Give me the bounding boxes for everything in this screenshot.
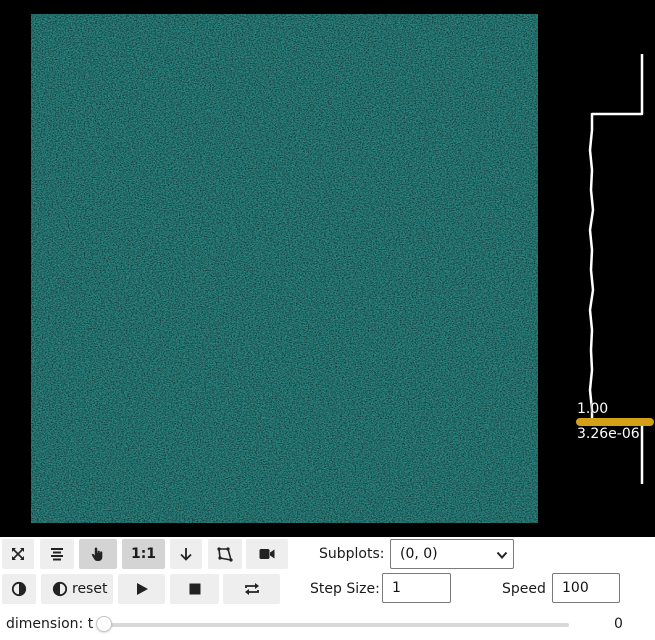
subplots-select[interactable]: (0, 0) (390, 539, 514, 569)
video-camera-icon (259, 549, 275, 559)
fullscreen-button[interactable] (2, 539, 34, 569)
loop-button[interactable] (223, 574, 280, 604)
dimension-slider-thumb[interactable] (96, 616, 112, 632)
align-center-icon (51, 548, 63, 561)
pan-button[interactable] (79, 539, 117, 569)
histogram-min-label: 3.26e-06 (577, 426, 640, 442)
reset-label: reset (72, 581, 108, 597)
record-button[interactable] (246, 539, 288, 569)
center-view-button[interactable] (40, 539, 74, 569)
speed-input[interactable] (552, 573, 620, 603)
image-display[interactable] (31, 14, 538, 523)
play-button[interactable] (118, 574, 165, 604)
resize-grip[interactable] (647, 529, 655, 537)
toolbar: 1:1 Subplots: (0, 0) reset Step Size: 1 … (0, 537, 655, 640)
expand-icon (12, 548, 24, 560)
play-icon (136, 583, 148, 595)
arrow-down-icon (180, 548, 192, 561)
subplots-label: Subplots: (319, 546, 385, 562)
step-size-input[interactable] (382, 573, 451, 603)
crop-icon (217, 547, 233, 562)
canvas-area[interactable]: 1.00 3.26e-06 (0, 0, 655, 537)
contrast-icon (11, 581, 27, 597)
noise-image (31, 14, 538, 523)
transpose-button[interactable] (170, 539, 202, 569)
viewer-app: 1.00 3.26e-06 1:1 Subplots: (0, 0) reset… (0, 0, 655, 640)
loop-icon (244, 583, 259, 595)
chevron-down-icon (496, 551, 508, 559)
roi-button[interactable] (208, 539, 242, 569)
histogram-widget[interactable]: 1.00 3.26e-06 (570, 40, 655, 500)
dimension-value: 0 (614, 616, 623, 632)
step-size-label: Step Size: (310, 581, 380, 597)
dimension-slider-track[interactable] (104, 623, 569, 627)
pan-hand-icon (91, 547, 103, 561)
dimension-label: dimension: t (6, 616, 94, 632)
zoom-1-to-1-button[interactable]: 1:1 (122, 539, 165, 569)
subplots-value: (0, 0) (400, 546, 438, 562)
contrast-button[interactable] (2, 574, 36, 604)
reset-contrast-button[interactable]: reset (41, 574, 113, 604)
stop-icon (189, 583, 200, 595)
histogram-max-label: 1.00 (577, 401, 609, 417)
speed-label: Speed (502, 581, 546, 597)
stop-button[interactable] (170, 574, 219, 604)
contrast-icon (52, 581, 68, 597)
